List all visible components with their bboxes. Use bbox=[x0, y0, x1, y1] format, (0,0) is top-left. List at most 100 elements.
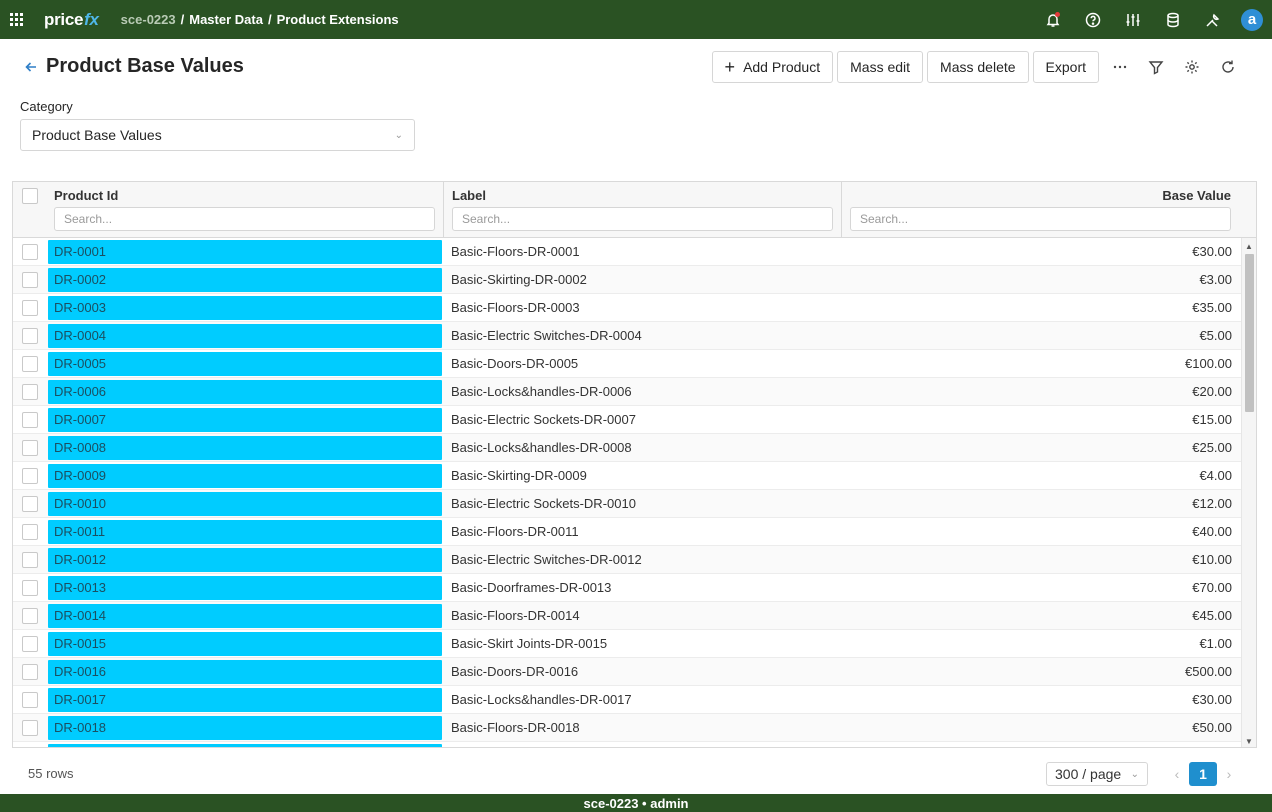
row-checkbox[interactable] bbox=[22, 692, 38, 708]
base-value-cell[interactable]: €3.00 bbox=[1199, 266, 1232, 294]
breadcrumb-product-extensions[interactable]: Product Extensions bbox=[277, 12, 399, 27]
row-checkbox[interactable] bbox=[22, 552, 38, 568]
next-page-button[interactable]: › bbox=[1220, 762, 1238, 786]
product-id-cell[interactable]: DR-0010 bbox=[48, 492, 442, 516]
scrollbar-thumb[interactable] bbox=[1245, 254, 1254, 412]
base-value-cell[interactable]: €15.00 bbox=[1192, 406, 1232, 434]
table-row[interactable]: DR-0005 Basic-Doors-DR-0005 €100.00 bbox=[13, 350, 1241, 378]
label-cell[interactable]: Basic-Floors-DR-0001 bbox=[451, 238, 580, 266]
base-value-cell[interactable]: €12.00 bbox=[1192, 490, 1232, 518]
previous-page-button[interactable]: ‹ bbox=[1168, 762, 1186, 786]
label-cell[interactable]: Basic-Doors-DR-0016 bbox=[451, 658, 578, 686]
database-button[interactable] bbox=[1153, 0, 1193, 39]
mass-edit-button[interactable]: Mass edit bbox=[837, 51, 924, 83]
breadcrumb-master-data[interactable]: Master Data bbox=[189, 12, 263, 27]
product-id-cell[interactable] bbox=[48, 744, 442, 747]
table-row[interactable]: DR-0011 Basic-Floors-DR-0011 €40.00 bbox=[13, 518, 1241, 546]
row-checkbox[interactable] bbox=[22, 244, 38, 260]
product-id-cell[interactable]: DR-0016 bbox=[48, 660, 442, 684]
table-row[interactable]: DR-0002 Basic-Skirting-DR-0002 €3.00 bbox=[13, 266, 1241, 294]
table-row[interactable]: DR-0014 Basic-Floors-DR-0014 €45.00 bbox=[13, 602, 1241, 630]
base-value-cell[interactable]: €35.00 bbox=[1192, 294, 1232, 322]
table-row[interactable]: DR-0006 Basic-Locks&handles-DR-0006 €20.00 bbox=[13, 378, 1241, 406]
product-id-search-input[interactable] bbox=[54, 207, 435, 231]
base-value-cell[interactable]: €1.00 bbox=[1199, 630, 1232, 658]
product-id-cell[interactable]: DR-0002 bbox=[48, 268, 442, 292]
label-cell[interactable]: Basic-Locks&handles-DR-0017 bbox=[451, 686, 632, 714]
add-product-button[interactable]: + Add Product bbox=[711, 51, 834, 83]
product-id-cell[interactable]: DR-0005 bbox=[48, 352, 442, 376]
row-checkbox[interactable] bbox=[22, 720, 38, 736]
table-row[interactable]: DR-0018 Basic-Floors-DR-0018 €50.00 bbox=[13, 714, 1241, 742]
table-row[interactable]: DR-0001 Basic-Floors-DR-0001 €30.00 bbox=[13, 238, 1241, 266]
column-title-product-id[interactable]: Product Id bbox=[54, 188, 118, 203]
table-row[interactable]: DR-0008 Basic-Locks&handles-DR-0008 €25.00 bbox=[13, 434, 1241, 462]
base-value-search-input[interactable] bbox=[850, 207, 1231, 231]
table-row[interactable]: DR-0010 Basic-Electric Sockets-DR-0010 €12… bbox=[13, 490, 1241, 518]
label-cell[interactable]: Basic-Floors-DR-0011 bbox=[451, 518, 579, 546]
row-checkbox[interactable] bbox=[22, 664, 38, 680]
product-id-cell[interactable]: DR-0004 bbox=[48, 324, 442, 348]
row-checkbox[interactable] bbox=[22, 412, 38, 428]
label-cell[interactable]: Basic-Electric Sockets-DR-0007 bbox=[451, 406, 636, 434]
scroll-up-arrow-icon[interactable]: ▲ bbox=[1242, 239, 1256, 253]
mass-delete-button[interactable]: Mass delete bbox=[927, 51, 1029, 83]
row-checkbox[interactable] bbox=[22, 272, 38, 288]
product-id-cell[interactable]: DR-0012 bbox=[48, 548, 442, 572]
table-row[interactable]: DR-0013 Basic-Doorframes-DR-0013 €70.00 bbox=[13, 574, 1241, 602]
filter-button[interactable] bbox=[1138, 51, 1174, 83]
base-value-cell[interactable]: €45.00 bbox=[1192, 602, 1232, 630]
row-checkbox[interactable] bbox=[22, 496, 38, 512]
table-row[interactable]: DR-0004 Basic-Electric Switches-DR-0004 €5… bbox=[13, 322, 1241, 350]
row-checkbox[interactable] bbox=[22, 356, 38, 372]
product-id-cell[interactable]: DR-0001 bbox=[48, 240, 442, 264]
label-cell[interactable]: Basic-Electric Switches-DR-0004 bbox=[451, 322, 642, 350]
pricefx-logo[interactable]: price fx bbox=[44, 10, 99, 30]
base-value-cell[interactable]: €25.00 bbox=[1192, 434, 1232, 462]
notifications-button[interactable] bbox=[1033, 0, 1073, 39]
table-row[interactable]: DR-0007 Basic-Electric Sockets-DR-0007 €15… bbox=[13, 406, 1241, 434]
product-id-cell[interactable]: DR-0014 bbox=[48, 604, 442, 628]
base-value-cell[interactable]: €70.00 bbox=[1192, 574, 1232, 602]
table-row[interactable]: DR-0016 Basic-Doors-DR-0016 €500.00 bbox=[13, 658, 1241, 686]
label-cell[interactable]: Basic-Locks&handles-DR-0006 bbox=[451, 378, 632, 406]
table-row[interactable]: DR-0009 Basic-Skirting-DR-0009 €4.00 bbox=[13, 462, 1241, 490]
label-cell[interactable]: Basic-Locks&handles-DR-0008 bbox=[451, 434, 632, 462]
row-checkbox[interactable] bbox=[22, 608, 38, 624]
vertical-scrollbar[interactable]: ▲ ▼ bbox=[1241, 238, 1256, 747]
row-checkbox[interactable] bbox=[22, 468, 38, 484]
base-value-cell[interactable]: €40.00 bbox=[1192, 518, 1232, 546]
current-page-button[interactable]: 1 bbox=[1189, 762, 1217, 786]
product-id-cell[interactable]: DR-0017 bbox=[48, 688, 442, 712]
base-value-cell[interactable]: €500.00 bbox=[1185, 658, 1232, 686]
base-value-cell[interactable]: €5.00 bbox=[1199, 322, 1232, 350]
product-id-cell[interactable]: DR-0008 bbox=[48, 436, 442, 460]
category-select[interactable]: Product Base Values ⌄ bbox=[20, 119, 415, 151]
label-cell[interactable]: Basic-Floors-DR-0003 bbox=[451, 294, 580, 322]
row-checkbox[interactable] bbox=[22, 328, 38, 344]
column-title-label[interactable]: Label bbox=[452, 188, 486, 203]
scroll-down-arrow-icon[interactable]: ▼ bbox=[1242, 734, 1256, 747]
base-value-cell[interactable]: €50.00 bbox=[1192, 714, 1232, 742]
row-checkbox[interactable] bbox=[22, 636, 38, 652]
table-row[interactable]: DR-0017 Basic-Locks&handles-DR-0017 €30.00 bbox=[13, 686, 1241, 714]
label-search-input[interactable] bbox=[452, 207, 833, 231]
settings-sliders-button[interactable] bbox=[1113, 0, 1153, 39]
base-value-cell[interactable]: €100.00 bbox=[1185, 350, 1232, 378]
base-value-cell[interactable]: €10.00 bbox=[1192, 546, 1232, 574]
label-cell[interactable]: Basic-Skirting-DR-0002 bbox=[451, 266, 587, 294]
base-value-cell[interactable]: €30.00 bbox=[1192, 238, 1232, 266]
label-cell[interactable]: Basic-Doorframes-DR-0013 bbox=[451, 574, 611, 602]
label-cell[interactable]: Basic-Skirting-DR-0009 bbox=[451, 462, 587, 490]
help-button[interactable] bbox=[1073, 0, 1113, 39]
label-cell[interactable]: Basic-Floors-DR-0014 bbox=[451, 602, 580, 630]
row-checkbox[interactable] bbox=[22, 440, 38, 456]
tools-button[interactable] bbox=[1193, 0, 1233, 39]
product-id-cell[interactable]: DR-0007 bbox=[48, 408, 442, 432]
product-id-cell[interactable]: DR-0018 bbox=[48, 716, 442, 740]
row-checkbox[interactable] bbox=[22, 580, 38, 596]
product-id-cell[interactable]: DR-0006 bbox=[48, 380, 442, 404]
settings-button[interactable] bbox=[1174, 51, 1210, 83]
refresh-button[interactable] bbox=[1210, 51, 1246, 83]
row-checkbox[interactable] bbox=[22, 300, 38, 316]
